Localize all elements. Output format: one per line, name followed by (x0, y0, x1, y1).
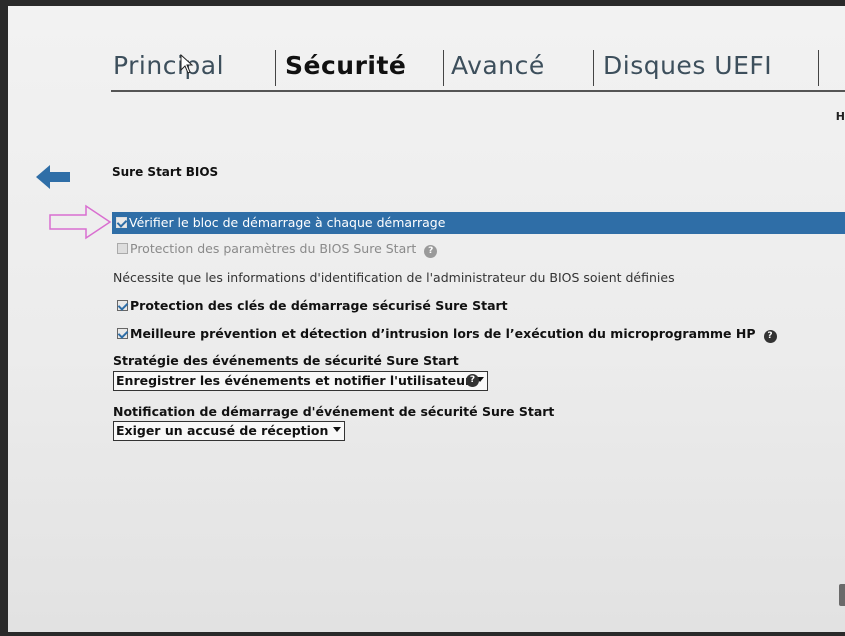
chevron-down-icon (333, 427, 342, 432)
verify-boot-block-label: Vérifier le bloc de démarrage à chaque d… (129, 215, 446, 230)
tab-securite[interactable]: Sécurité (285, 46, 406, 86)
tab-disques-uefi[interactable]: Disques UEFI (603, 46, 772, 86)
mouse-cursor-icon (180, 54, 194, 74)
secure-boot-keys-checkbox[interactable] (117, 300, 128, 311)
admin-credentials-note: Nécessite que les informations d'identif… (113, 270, 675, 285)
tab-divider (593, 50, 594, 86)
verify-boot-block-checkbox[interactable] (116, 217, 127, 228)
help-icon[interactable]: ? (424, 245, 438, 258)
event-notification-dropdown[interactable]: Exiger un accusé de réception (113, 421, 346, 441)
tab-principal[interactable]: Principal (113, 46, 224, 86)
section-title: Sure Start BIOS (112, 165, 219, 179)
event-policy-label: Stratégie des événements de sécurité Sur… (113, 353, 459, 368)
intrusion-prevention-row[interactable]: Meilleure prévention et détection d’intr… (117, 326, 777, 343)
tab-underline (111, 90, 845, 92)
help-icon[interactable]: ? (466, 374, 479, 387)
back-arrow-icon[interactable] (36, 165, 70, 189)
bios-settings-protection-checkbox (117, 243, 128, 254)
tab-divider (443, 50, 444, 86)
secure-boot-keys-row[interactable]: Protection des clés de démarrage sécuris… (117, 298, 508, 313)
verify-boot-block-row[interactable]: Vérifier le bloc de démarrage à chaque d… (112, 212, 845, 234)
event-policy-value: Enregistrer les événements et notifier l… (116, 373, 472, 388)
tab-divider (818, 50, 819, 86)
help-icon[interactable]: ? (763, 330, 777, 343)
event-notification-label: Notification de démarrage d'événement de… (113, 404, 555, 419)
event-policy-dropdown[interactable]: Enregistrer les événements et notifier l… (113, 371, 489, 391)
bios-settings-protection-row: Protection des paramètres du BIOS Sure S… (117, 241, 438, 258)
intrusion-prevention-label: Meilleure prévention et détection d’intr… (130, 326, 756, 341)
event-notification-value: Exiger un accusé de réception (116, 423, 329, 438)
scroll-indicator[interactable] (839, 584, 845, 606)
tab-divider (275, 50, 276, 86)
bios-settings-protection-label: Protection des paramètres du BIOS Sure S… (130, 241, 417, 256)
bios-screen: Principal Sécurité Avancé Disques UEFI H… (8, 6, 845, 632)
secure-boot-keys-label: Protection des clés de démarrage sécuris… (130, 298, 508, 313)
tab-bar: Principal Sécurité Avancé Disques UEFI (113, 46, 845, 94)
tab-avance[interactable]: Avancé (451, 46, 545, 86)
intrusion-prevention-checkbox[interactable] (117, 328, 128, 339)
corner-label: H (835, 110, 845, 123)
annotation-arrow-icon (49, 204, 112, 240)
